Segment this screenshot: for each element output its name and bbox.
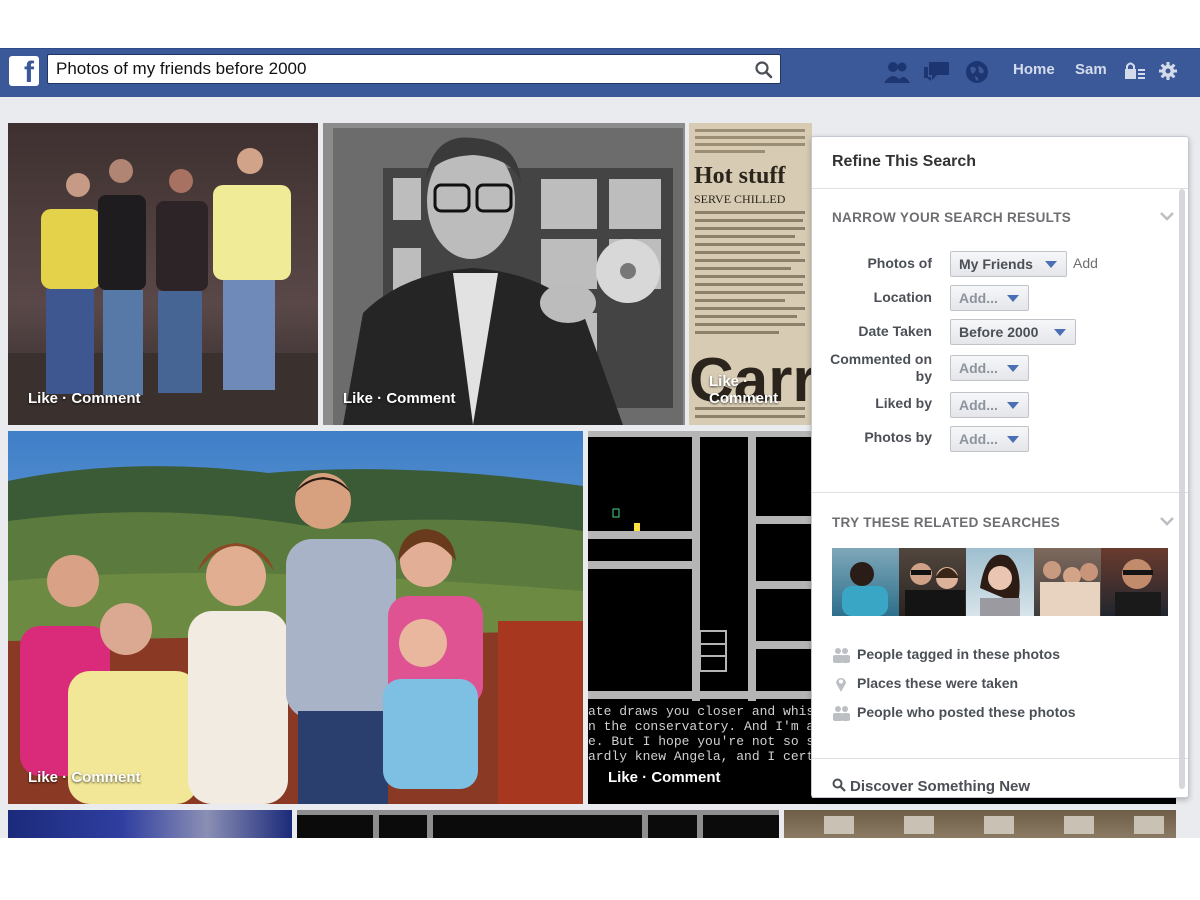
thumbnail-image <box>905 563 966 616</box>
search-input[interactable] <box>56 58 736 80</box>
related-search-posters[interactable]: People who posted these photos <box>832 704 1076 722</box>
like-comment-link[interactable]: Like · Comment <box>343 390 456 407</box>
photo-image <box>8 148 318 425</box>
search-icon <box>832 778 846 792</box>
photo-image <box>8 431 583 804</box>
date-taken-dropdown[interactable]: Before 2000 <box>950 319 1076 345</box>
dropdown-value: Before 2000 <box>959 324 1039 340</box>
person-thumbnail[interactable] <box>1100 548 1169 616</box>
narrow-results-heading: NARROW YOUR SEARCH RESULTS <box>832 210 1072 225</box>
settings-gear-icon[interactable] <box>1158 61 1178 81</box>
dropdown-value: Add... <box>959 290 998 306</box>
caret-down-icon <box>1007 295 1019 302</box>
filter-label: Liked by <box>875 395 932 411</box>
game-text-line: e. But I hope you're not so s <box>588 734 812 749</box>
liked-by-dropdown[interactable]: Add... <box>950 392 1029 418</box>
like-comment-link[interactable]: Like · Comment <box>28 390 141 407</box>
like-comment-link[interactable]: Like · Comment <box>709 373 812 407</box>
person-thumbnail[interactable] <box>1033 548 1101 616</box>
top-bar: f Home Sam <box>0 48 1200 97</box>
add-link[interactable]: Add <box>1073 255 1098 271</box>
messages-icon[interactable] <box>923 59 951 85</box>
photo-tile[interactable]: Like · Comment <box>8 123 318 425</box>
dropdown-value: Add... <box>959 397 998 413</box>
related-searches-heading: TRY THESE RELATED SEARCHES <box>832 515 1061 530</box>
newspaper-lead: SERVE CHILLED <box>694 192 786 206</box>
photo-tile[interactable] <box>8 810 292 838</box>
divider <box>812 492 1188 493</box>
caret-down-icon <box>1007 402 1019 409</box>
thumbnail-image <box>1039 561 1100 616</box>
location-dropdown[interactable]: Add... <box>950 285 1029 311</box>
people-icon <box>833 648 850 664</box>
friend-requests-icon[interactable] <box>883 59 911 85</box>
photo-tile[interactable]: Like · Comment <box>323 123 685 425</box>
related-people-thumbnails <box>832 548 1169 616</box>
photo-image <box>323 123 685 425</box>
thumbnail-image <box>1114 559 1161 616</box>
divider <box>812 758 1188 759</box>
search-icon[interactable] <box>754 60 774 80</box>
panel-title: Refine This Search <box>832 153 977 170</box>
photo-edge <box>812 798 1176 804</box>
game-text-line: n the conservatory. And I'm a <box>588 719 812 734</box>
profile-link[interactable]: Sam <box>1075 61 1107 78</box>
photo-image <box>297 810 779 838</box>
caret-down-icon <box>1007 365 1019 372</box>
dropdown-value: Add... <box>959 431 998 447</box>
chevron-down-icon[interactable] <box>1160 212 1174 222</box>
discover-something-new-link[interactable]: Discover Something New <box>832 778 1030 795</box>
photo-image: ate draws you closer and whisp n the con… <box>588 431 812 764</box>
photo-tile[interactable] <box>784 810 1176 838</box>
like-comment-link[interactable]: Like · Comment <box>608 769 721 786</box>
game-text-line: ate draws you closer and whisp <box>588 704 812 719</box>
people-icon <box>833 706 850 722</box>
person-thumbnail[interactable] <box>966 548 1034 616</box>
dropdown-value: My Friends <box>959 256 1033 272</box>
newspaper-headline: Hot stuff <box>694 163 786 189</box>
photos-by-dropdown[interactable]: Add... <box>950 426 1029 452</box>
panel-scrollbar[interactable] <box>1179 189 1185 789</box>
filter-label: Photos of <box>867 255 932 271</box>
notifications-globe-icon[interactable] <box>963 59 991 85</box>
photo-tile[interactable]: Like · Comment <box>8 431 583 804</box>
filter-label: Date Taken <box>858 323 932 339</box>
like-comment-link[interactable]: Like · Comment <box>28 769 141 786</box>
page-band <box>0 97 1200 123</box>
facebook-logo-icon[interactable]: f <box>9 56 39 88</box>
map-pin-icon <box>836 678 846 693</box>
photo-image <box>824 816 1164 834</box>
home-link[interactable]: Home <box>1013 61 1055 78</box>
commented-on-by-dropdown[interactable]: Add... <box>950 355 1029 381</box>
privacy-lock-icon[interactable] <box>1124 61 1146 81</box>
dropdown-value: Add... <box>959 360 998 376</box>
related-search-label: Places these were taken <box>857 675 1019 691</box>
discover-label: Discover Something New <box>850 778 1031 795</box>
related-search-label: People tagged in these photos <box>857 646 1061 662</box>
related-search-label: People who posted these photos <box>857 704 1076 720</box>
photo-tile[interactable] <box>297 810 779 838</box>
caret-down-icon <box>1007 436 1019 443</box>
filter-label: Location <box>873 289 932 305</box>
related-search-places[interactable]: Places these were taken <box>832 675 1019 693</box>
photos-of-dropdown[interactable]: My Friends <box>950 251 1067 277</box>
game-text-line: ardly knew Angela, and I certa <box>588 749 812 764</box>
photo-tile[interactable]: Hot stuff SERVE CHILLED Carr Like · Comm… <box>689 123 812 425</box>
person-thumbnail[interactable] <box>899 548 967 616</box>
filter-label: Commented on by <box>830 351 932 384</box>
divider <box>812 188 1188 189</box>
thumbnail-image <box>980 554 1021 616</box>
caret-down-icon <box>1045 261 1057 268</box>
related-search-tagged-people[interactable]: People tagged in these photos <box>832 646 1061 664</box>
chevron-down-icon[interactable] <box>1160 517 1174 527</box>
refine-search-panel: Refine This Search NARROW YOUR SEARCH RE… <box>811 136 1189 798</box>
filter-label: Photos by <box>864 429 932 445</box>
person-thumbnail[interactable] <box>832 548 900 616</box>
caret-down-icon <box>1054 329 1066 336</box>
thumbnail-image <box>842 562 888 616</box>
photo-tile[interactable]: ate draws you closer and whisp n the con… <box>588 431 812 804</box>
search-box[interactable] <box>47 54 781 84</box>
